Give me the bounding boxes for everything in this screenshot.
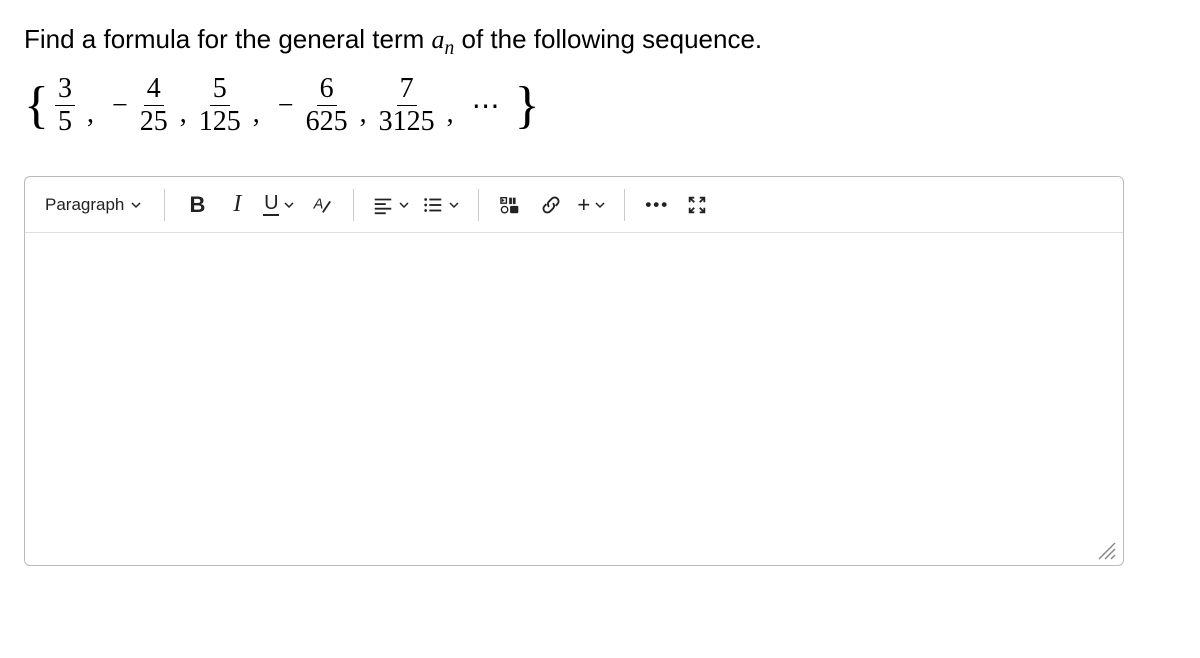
- bold-button[interactable]: B: [179, 187, 215, 223]
- align-left-icon: [372, 194, 394, 216]
- list-dropdown[interactable]: [418, 187, 464, 223]
- question-suffix: of the following sequence.: [454, 24, 762, 54]
- list-icon: [422, 194, 444, 216]
- chevron-down-icon: [448, 199, 460, 211]
- editor-toolbar: Paragraph B I U A: [25, 177, 1123, 233]
- toolbar-separator: [624, 189, 625, 221]
- toolbar-separator: [478, 189, 479, 221]
- fraction-4: 6 625: [306, 75, 348, 136]
- toolbar-separator: [164, 189, 165, 221]
- media-icon: [499, 194, 523, 216]
- chevron-down-icon: [594, 199, 606, 211]
- close-brace: }: [515, 80, 540, 132]
- fraction-1: 3 5: [55, 75, 75, 136]
- clear-formatting-button[interactable]: A: [303, 187, 339, 223]
- fraction-3: 5 125: [199, 75, 241, 136]
- question-text: Find a formula for the general term an o…: [24, 24, 1176, 55]
- more-icon: •••: [645, 195, 669, 215]
- open-brace: {: [24, 80, 49, 132]
- editor-content-area[interactable]: [25, 233, 1123, 553]
- toolbar-separator: [353, 189, 354, 221]
- var-n: n: [445, 38, 455, 59]
- italic-button[interactable]: I: [219, 187, 255, 223]
- question-prefix: Find a formula for the general term: [24, 24, 432, 54]
- link-button[interactable]: [533, 187, 569, 223]
- var-a: a: [432, 25, 445, 54]
- more-button[interactable]: •••: [639, 187, 675, 223]
- sequence-display: { 3 5 , − 4 25 , 5 125 , − 6 625 , 7 312…: [24, 75, 1176, 136]
- fraction-2: 4 25: [140, 75, 168, 136]
- align-dropdown[interactable]: [368, 187, 414, 223]
- block-format-dropdown[interactable]: Paragraph: [37, 187, 150, 223]
- chevron-down-icon: [130, 199, 142, 211]
- ellipsis: ⋯: [472, 89, 503, 123]
- fullscreen-button[interactable]: [679, 187, 715, 223]
- chevron-down-icon: [398, 199, 410, 211]
- plus-icon: +: [577, 192, 590, 218]
- block-format-label: Paragraph: [45, 195, 124, 215]
- underline-dropdown[interactable]: U: [259, 187, 299, 223]
- insert-dropdown[interactable]: +: [573, 187, 610, 223]
- clear-formatting-icon: A: [310, 194, 332, 216]
- fullscreen-icon: [686, 194, 708, 216]
- resize-handle[interactable]: [1095, 539, 1117, 561]
- svg-text:A: A: [313, 196, 324, 212]
- fraction-5: 7 3125: [379, 75, 435, 136]
- underline-icon: U: [263, 193, 279, 216]
- media-button[interactable]: [493, 187, 529, 223]
- rich-text-editor: Paragraph B I U A: [24, 176, 1124, 566]
- link-icon: [540, 194, 562, 216]
- chevron-down-icon: [283, 199, 295, 211]
